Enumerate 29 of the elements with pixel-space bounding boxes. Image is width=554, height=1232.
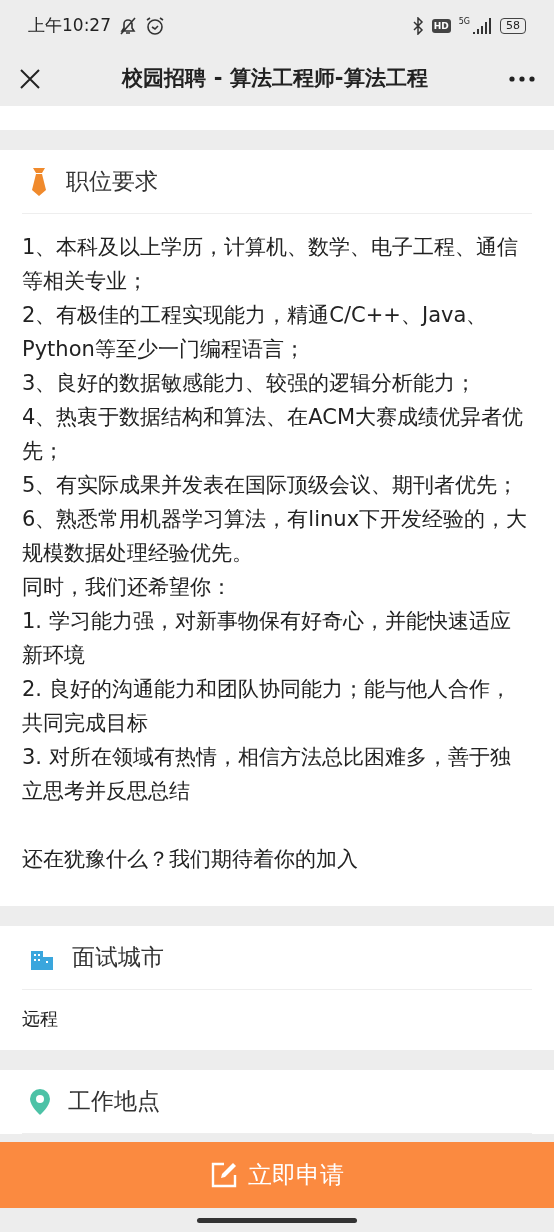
body-text: 3. 对所在领域有热情，相信方法总比困难多，善于独立思考并反思总结 xyxy=(22,744,512,805)
status-time: 上午10:27 xyxy=(28,14,111,38)
alarm-clock-icon xyxy=(145,16,165,36)
body-text: 4、热衷于数据结构和算法、在ACM大赛成绩优异者优先； xyxy=(22,404,525,465)
body-text: 2. 良好的沟通能力和团队协同能力；能与他人合作，共同完成目标 xyxy=(22,676,512,737)
bluetooth-icon xyxy=(411,17,424,35)
body-text: 1、本科及以上学历，计算机、数学、电子工程、通信等相关专业； xyxy=(22,234,520,295)
body-text: 同时，我们还希望你： xyxy=(22,574,233,601)
body-text: 5、有实际成果并发表在国际顶级会议、期刊者优先； xyxy=(22,472,520,499)
battery-indicator: 58 xyxy=(500,18,526,34)
section-title: 职位要求 xyxy=(66,167,158,197)
closing-text: 还在犹豫什么？我们期待着你的加入 xyxy=(22,846,359,873)
close-icon xyxy=(19,68,41,90)
section-title: 面试城市 xyxy=(72,943,164,973)
page-title: 校园招聘 - 算法工程师-算法工程 xyxy=(120,65,429,93)
edit-icon xyxy=(210,1161,238,1189)
network-label: 5G xyxy=(458,18,470,26)
body-text: 2、有极佳的工程实现能力，精通C/C++、Java、Python等至少一门编程语言； xyxy=(22,302,489,363)
body-text: 1. 学习能力强，对新事物保有好奇心，并能快速适应新环境 xyxy=(22,608,512,669)
signal-icon xyxy=(472,18,492,34)
body-text: 远程 xyxy=(22,1007,59,1031)
hd-badge: HD xyxy=(431,19,451,33)
body-text: 6、熟悉常用机器学习算法，有linux下开发经验的，大规模数据处理经验优先。 xyxy=(22,506,528,567)
section-title: 工作地点 xyxy=(68,1087,160,1117)
more-icon xyxy=(509,76,535,82)
location-pin-icon xyxy=(28,1087,52,1116)
body-text: 3、良好的数据敏感能力、较强的逻辑分析能力； xyxy=(22,370,478,397)
apply-button[interactable]: 立即申请 xyxy=(210,1157,344,1193)
bell-off-icon xyxy=(119,16,137,36)
